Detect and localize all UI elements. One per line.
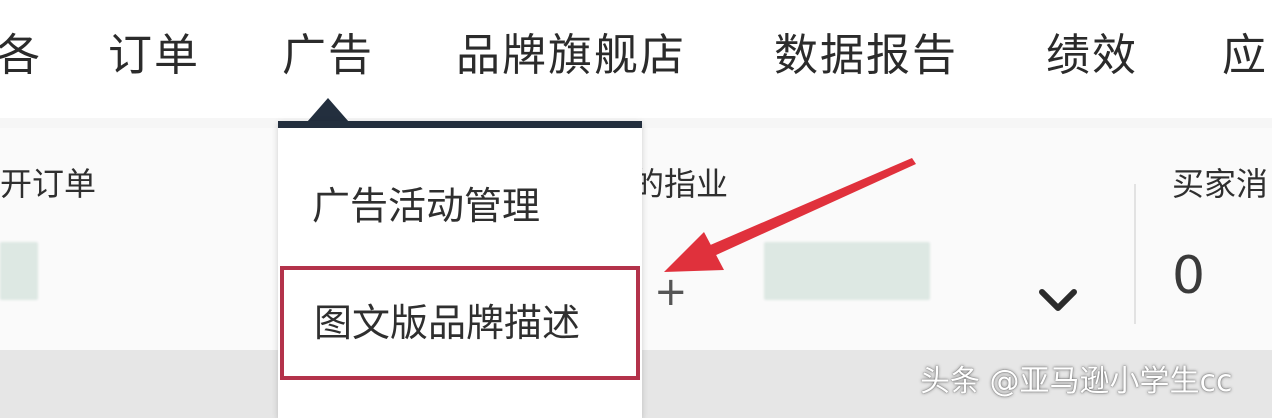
nav-item-brand-store[interactable]: 品牌旗舰店 xyxy=(456,28,686,84)
card-divider xyxy=(1134,184,1136,324)
card-label-open-orders: 开订单 xyxy=(0,165,97,203)
nav-item-partial-right[interactable]: 应 xyxy=(1222,28,1268,84)
nav-item-advertising[interactable]: 广告 xyxy=(282,28,374,84)
chevron-down-icon xyxy=(1039,289,1077,311)
open-orders-value xyxy=(0,242,38,300)
seller-central-screen: 开订单 的指业 + 买家消 0 各 订单 广告 品牌旗舰店 数据报告 绩效 应 … xyxy=(0,0,1272,418)
card-label-indicator: 的指业 xyxy=(632,165,729,203)
nav-item-performance[interactable]: 绩效 xyxy=(1046,28,1138,84)
top-navigation: 各 订单 广告 品牌旗舰店 数据报告 绩效 应 xyxy=(0,0,1272,122)
indicator-plus-sign: + xyxy=(654,269,688,315)
indicator-dropdown-toggle[interactable] xyxy=(1030,276,1086,324)
nav-item-data-reports[interactable]: 数据报告 xyxy=(774,28,958,84)
active-nav-caret xyxy=(307,98,349,122)
buyer-messages-value: 0 xyxy=(1172,246,1206,306)
menu-item-a-plus-content[interactable]: 图文版品牌描述 xyxy=(280,266,640,380)
watermark-text: 头条 @亚马逊小学生cc xyxy=(920,364,1233,399)
nav-item-partial-left[interactable]: 各 xyxy=(0,28,42,84)
indicator-value-blurred xyxy=(764,242,930,300)
menu-item-campaign-manager[interactable]: 广告活动管理 xyxy=(278,182,642,230)
nav-item-orders[interactable]: 订单 xyxy=(108,28,200,84)
advertising-dropdown-menu: 广告活动管理 图文版品牌描述 xyxy=(278,121,642,418)
card-label-buyer-messages: 买家消 xyxy=(1172,165,1269,203)
